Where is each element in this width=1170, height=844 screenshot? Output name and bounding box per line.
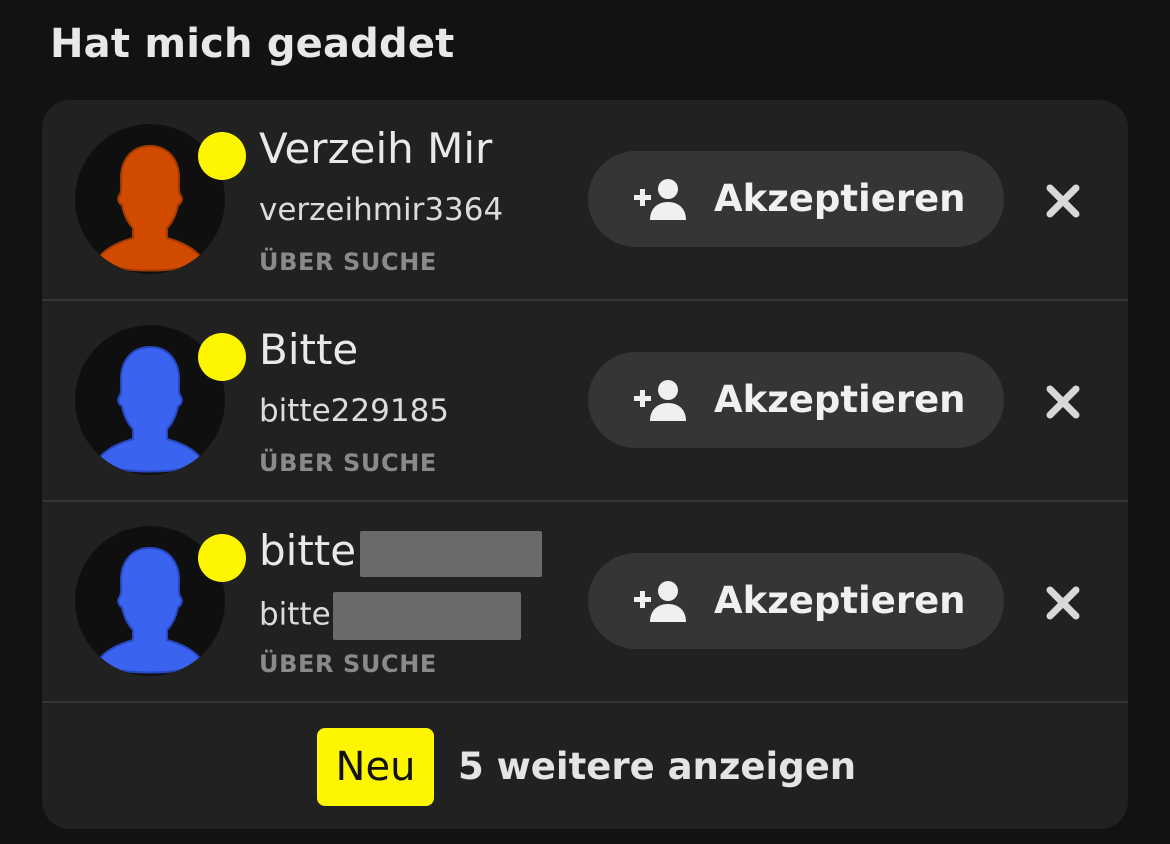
redaction-block — [332, 592, 521, 640]
add-friend-icon — [634, 581, 686, 622]
accept-button-label: Akzeptieren — [714, 579, 966, 622]
display-name[interactable]: Verzeih Mir — [259, 124, 492, 174]
accept-button[interactable]: Akzeptieren — [588, 553, 1004, 649]
friend-request-row: bitte bitte ÜBER SUCHE Akzeptieren — [42, 502, 1128, 703]
redaction-block — [360, 530, 543, 577]
accept-button[interactable]: Akzeptieren — [588, 352, 1004, 448]
show-more-link[interactable]: 5 weitere anzeigen — [458, 728, 856, 806]
username: bitte — [259, 592, 521, 640]
username: verzeihmir3364 — [259, 192, 504, 228]
request-source-label: ÜBER SUCHE — [259, 650, 437, 678]
accept-button-label: Akzeptieren — [714, 177, 966, 220]
added-me-card: Verzeih Mir verzeihmir3364 ÜBER SUCHE Ak… — [42, 100, 1128, 829]
story-indicator-dot — [198, 534, 246, 582]
dismiss-button[interactable] — [1042, 381, 1084, 423]
story-indicator-dot — [198, 333, 246, 381]
story-indicator-dot — [198, 132, 246, 180]
close-icon — [1046, 586, 1080, 620]
close-icon — [1046, 385, 1080, 419]
close-icon — [1046, 184, 1080, 218]
request-source-label: ÜBER SUCHE — [259, 449, 437, 477]
dismiss-button[interactable] — [1042, 180, 1084, 222]
username-text: bitte — [259, 596, 331, 633]
add-friend-icon — [634, 380, 686, 421]
accept-button[interactable]: Akzeptieren — [588, 151, 1004, 247]
username: bitte229185 — [259, 393, 450, 429]
dismiss-button[interactable] — [1042, 582, 1084, 624]
display-name[interactable]: Bitte — [259, 325, 358, 375]
request-source-label: ÜBER SUCHE — [259, 248, 437, 276]
display-name[interactable]: bitte — [259, 526, 543, 577]
friend-request-row: Bitte bitte229185 ÜBER SUCHE Akzeptieren — [42, 301, 1128, 502]
section-title: Hat mich geaddet — [50, 21, 455, 67]
add-friend-icon — [634, 179, 686, 220]
accept-button-label: Akzeptieren — [714, 378, 966, 421]
friend-request-row: Verzeih Mir verzeihmir3364 ÜBER SUCHE Ak… — [42, 100, 1128, 301]
new-badge: Neu — [317, 728, 434, 806]
display-name-text: bitte — [259, 526, 357, 575]
show-more-footer[interactable]: Neu 5 weitere anzeigen — [42, 703, 1128, 829]
